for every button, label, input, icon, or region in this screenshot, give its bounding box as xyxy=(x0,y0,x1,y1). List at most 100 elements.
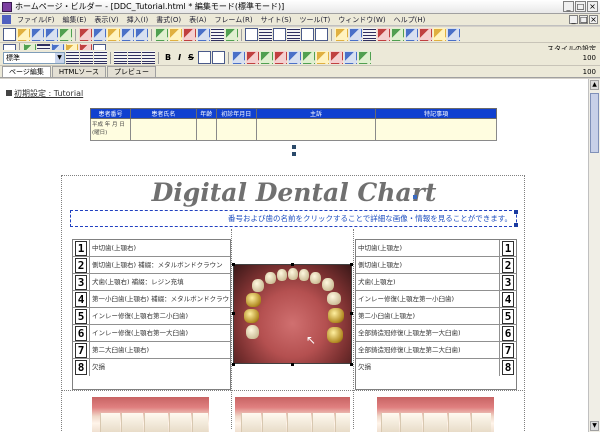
cut-icon[interactable] xyxy=(79,28,92,41)
cell-age[interactable] xyxy=(195,118,217,141)
transfer-icon[interactable] xyxy=(447,28,460,41)
font-size-up-icon[interactable] xyxy=(197,51,211,64)
cell-patient-number[interactable]: 平成 年 月 日(曜日) xyxy=(90,118,131,141)
tooth-row-right-2[interactable]: 側切歯(上顎左) 2 xyxy=(356,257,516,274)
line-icon[interactable] xyxy=(363,28,376,41)
tooth-row-left-6[interactable]: 6 インレー修復(上顎右第一大臼歯) xyxy=(73,325,230,342)
table-icon[interactable] xyxy=(197,28,210,41)
font-color-icon[interactable] xyxy=(391,28,404,41)
cell-notes[interactable] xyxy=(375,118,497,141)
menu-frame[interactable]: フレーム(R) xyxy=(210,15,256,25)
upper-jaw-photo[interactable]: ↖ xyxy=(233,264,352,364)
doc-maximize-button[interactable]: □ xyxy=(579,15,588,24)
delete-row-icon[interactable] xyxy=(273,51,287,64)
cell-chief-complaint[interactable] xyxy=(255,118,377,141)
save-all-icon[interactable] xyxy=(45,28,58,41)
open-folder-icon[interactable] xyxy=(17,28,30,41)
strike-button[interactable]: S xyxy=(185,51,197,64)
border-icon[interactable] xyxy=(329,51,343,64)
anchor-icon[interactable] xyxy=(183,28,196,41)
numbered-list-icon[interactable] xyxy=(142,51,155,64)
menu-tools[interactable]: ツール(T) xyxy=(295,15,334,25)
editor-canvas[interactable]: 初期設定 : Tutorial 患者番号 患者氏名 年齢 初診年月日 主訴 特記… xyxy=(0,79,588,432)
indent-icon[interactable] xyxy=(114,51,127,64)
breadcrumb[interactable]: 初期設定 : Tutorial xyxy=(6,88,83,99)
print-icon[interactable] xyxy=(59,28,72,41)
scroll-down-icon[interactable]: ▼ xyxy=(590,421,599,431)
menu-edit[interactable]: 編集(E) xyxy=(59,15,91,25)
tooth-row-right-5[interactable]: 第二小臼歯(上顎左) 5 xyxy=(356,308,516,325)
tooth-row-right-6[interactable]: 全部鋳造冠修復(上顎左第一大臼歯) 6 xyxy=(356,325,516,342)
resize-handle[interactable] xyxy=(291,363,294,366)
resize-handle[interactable] xyxy=(232,363,235,366)
insert-col-icon[interactable] xyxy=(259,51,273,64)
tooth-row-right-4[interactable]: インレー修復(上顎左第一小臼歯) 4 xyxy=(356,291,516,308)
pen-icon[interactable] xyxy=(335,28,348,41)
split-icon[interactable] xyxy=(315,28,328,41)
form-icon[interactable] xyxy=(225,28,238,41)
maximize-button[interactable]: □ xyxy=(575,1,586,12)
font-size-down-icon[interactable] xyxy=(211,51,225,64)
doc-close-button[interactable]: × xyxy=(589,15,598,24)
insert-table-icon[interactable] xyxy=(231,51,245,64)
list-icon[interactable] xyxy=(211,28,224,41)
color-icon[interactable] xyxy=(377,28,390,41)
menu-site[interactable]: サイト(S) xyxy=(257,15,296,25)
clock-icon[interactable] xyxy=(419,28,432,41)
table-props-icon[interactable] xyxy=(357,51,371,64)
menu-window[interactable]: ウィンドウ(W) xyxy=(334,15,389,25)
front-teeth-photo-center[interactable] xyxy=(235,397,350,432)
scroll-up-icon[interactable]: ▲ xyxy=(590,80,599,90)
menu-view[interactable]: 表示(V) xyxy=(90,15,122,25)
resize-handle[interactable] xyxy=(350,312,353,315)
tab-html-source[interactable]: HTMLソース xyxy=(51,66,107,77)
menu-insert[interactable]: 挿入(I) xyxy=(123,15,153,25)
resize-handle[interactable] xyxy=(232,312,235,315)
tooth-row-left-8[interactable]: 8 欠損 xyxy=(73,359,230,376)
redo-icon[interactable] xyxy=(135,28,148,41)
tab-preview[interactable]: プレビュー xyxy=(107,66,157,77)
link-icon[interactable] xyxy=(155,28,168,41)
tooth-row-right-7[interactable]: 全部鋳造冠修復(上顎左第二大臼歯) 7 xyxy=(356,342,516,359)
cell-color-icon[interactable] xyxy=(315,51,329,64)
paragraph-style-select[interactable]: 標準 ▼ xyxy=(3,51,65,64)
tooth-row-left-5[interactable]: 5 インレー修復(上顎右第二小臼歯) xyxy=(73,308,230,325)
front-teeth-photo-left[interactable] xyxy=(92,397,209,432)
cell-patient-name[interactable] xyxy=(129,118,197,141)
tooth-row-right-3[interactable]: 犬歯(上顎左) 3 xyxy=(356,274,516,291)
new-file-icon[interactable] xyxy=(3,28,16,41)
save-icon[interactable] xyxy=(31,28,44,41)
menu-table[interactable]: 表(A) xyxy=(185,15,210,25)
close-button[interactable]: × xyxy=(587,1,598,12)
resize-handle[interactable] xyxy=(350,263,353,266)
menu-format[interactable]: 書式(O) xyxy=(152,15,185,25)
paste-icon[interactable] xyxy=(107,28,120,41)
tooth-row-right-8[interactable]: 欠損 8 xyxy=(356,359,516,376)
tooth-row-left-7[interactable]: 7 第二大臼歯(上顎右) xyxy=(73,342,230,359)
resize-handle[interactable] xyxy=(232,263,235,266)
front-teeth-photo-right[interactable] xyxy=(377,397,494,432)
copy-icon[interactable] xyxy=(93,28,106,41)
insert-row-icon[interactable] xyxy=(245,51,259,64)
split-cells-icon[interactable] xyxy=(301,51,315,64)
menu-help[interactable]: ヘルプ(H) xyxy=(390,15,430,25)
vertical-scrollbar[interactable]: ▲ ▼ xyxy=(588,79,600,432)
layer-icon[interactable] xyxy=(273,28,286,41)
align-right-icon[interactable] xyxy=(94,51,107,64)
patient-info-table[interactable]: 患者番号 患者氏名 年齢 初診年月日 主訴 特記事項 平成 年 月 日(曜日) xyxy=(90,108,497,141)
italic-button[interactable]: I xyxy=(175,51,184,64)
cell-icon[interactable] xyxy=(301,28,314,41)
undo-icon[interactable] xyxy=(121,28,134,41)
cell-props-icon[interactable] xyxy=(343,51,357,64)
resize-handle[interactable] xyxy=(291,263,294,266)
tooth-row-left-2[interactable]: 2 側切歯(上顎右) 補綴：メタルボンドクラウン xyxy=(73,257,230,274)
globe-icon[interactable] xyxy=(433,28,446,41)
layout-icon[interactable] xyxy=(259,28,272,41)
zoom-label[interactable]: 100 xyxy=(583,54,600,62)
cell-first-visit[interactable] xyxy=(215,118,257,141)
bold-button[interactable]: B xyxy=(162,51,174,64)
grid-icon[interactable] xyxy=(287,28,300,41)
menu-file[interactable]: ファイル(F) xyxy=(13,15,59,25)
align-center-icon[interactable] xyxy=(80,51,93,64)
frame-icon[interactable] xyxy=(245,28,258,41)
